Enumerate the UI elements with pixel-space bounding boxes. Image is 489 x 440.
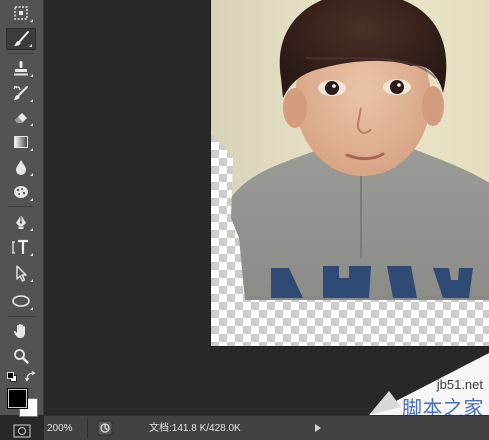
hand-icon xyxy=(13,324,25,338)
blur-tool[interactable] xyxy=(6,156,36,178)
pen-tool[interactable] xyxy=(6,211,36,233)
eraser-tool[interactable] xyxy=(6,106,36,128)
path-selection-tool[interactable] xyxy=(6,262,36,284)
blur-drop-icon xyxy=(16,160,26,175)
status-menu-arrow-icon[interactable] xyxy=(314,423,322,433)
eraser-icon xyxy=(15,113,27,123)
ellipse-icon xyxy=(12,295,30,307)
swap-colors-icon[interactable] xyxy=(25,371,37,383)
zoom-icon xyxy=(14,349,29,364)
foreground-color-swatch[interactable] xyxy=(7,388,28,409)
document-size-info: 文档:141.8 K/428.0K xyxy=(149,422,241,435)
history-brush-tool[interactable] xyxy=(6,82,36,104)
path-select-icon xyxy=(16,265,27,282)
type-tool[interactable] xyxy=(6,236,36,258)
watermark-site-name: 脚本之家 xyxy=(402,396,484,415)
canvas-workspace[interactable]: jb51.net 脚本之家 xyxy=(44,0,489,415)
doc-size-value: 141.8 K/428.0K xyxy=(171,423,241,434)
quick-mask-icon[interactable] xyxy=(13,424,31,438)
photo-layer-image xyxy=(211,0,489,300)
brush-tool[interactable] xyxy=(6,28,36,50)
brush-icon xyxy=(14,31,29,46)
zoom-tool[interactable] xyxy=(6,345,36,367)
gradient-icon xyxy=(14,136,28,148)
pen-icon xyxy=(16,215,26,229)
marquee-icon xyxy=(14,6,28,20)
ellipse-tool[interactable] xyxy=(6,290,36,312)
doc-size-label: 文档: xyxy=(149,423,172,434)
zoom-level-field[interactable]: 200% xyxy=(47,422,85,435)
gradient-tool[interactable] xyxy=(6,131,36,153)
site-watermark: jb51.net 脚本之家 xyxy=(349,353,489,415)
sponge-icon xyxy=(14,186,28,198)
watermark-url: jb51.net xyxy=(436,377,483,392)
document-canvas[interactable] xyxy=(211,0,489,346)
sponge-tool[interactable] xyxy=(6,181,36,203)
type-icon xyxy=(12,239,28,254)
stamp-icon xyxy=(14,61,28,76)
marquee-tool[interactable] xyxy=(6,2,36,24)
default-colors-icon[interactable] xyxy=(7,372,17,382)
clone-stamp-tool[interactable] xyxy=(6,57,36,79)
document-profile-icon[interactable] xyxy=(97,420,113,436)
history-brush-icon xyxy=(13,85,28,100)
status-bar: 200% 文档:141.8 K/428.0K xyxy=(44,415,489,440)
tools-panel xyxy=(0,0,44,438)
hand-tool[interactable] xyxy=(6,320,36,342)
photoshop-window: jb51.net 脚本之家 200% 文档:141.8 K/428.0K xyxy=(0,0,489,440)
